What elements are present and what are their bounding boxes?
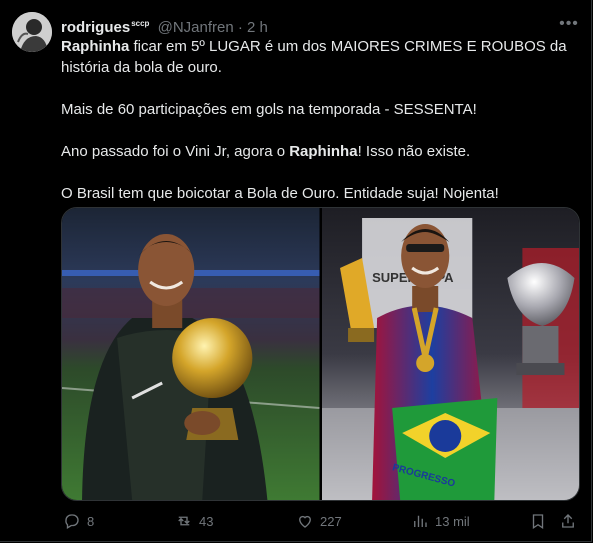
tweet-text: Raphinha ficar em 5º LUGAR é um dos MAIO… <box>61 36 571 225</box>
views-button[interactable]: 13 mil <box>411 512 470 530</box>
like-button[interactable]: 227 <box>296 512 342 530</box>
tweet-paragraph-3: Ano passado foi o Vini Jr, agora o Raphi… <box>61 143 471 160</box>
tweet-media: SUPERCOPA PROGRESSO <box>61 207 580 501</box>
author-name[interactable]: rodriguessccp <box>61 19 149 36</box>
like-icon <box>299 515 311 528</box>
views-icon <box>414 515 427 527</box>
tweet-paragraph-1: Raphinha ficar em 5º LUGAR é um dos MAIO… <box>61 38 567 76</box>
author-badge: sccp <box>131 19 150 28</box>
share-button[interactable] <box>559 512 577 530</box>
author-avatar[interactable] <box>12 12 52 52</box>
tweet-paragraph-2: Mais de 60 participações em gols na temp… <box>61 101 477 118</box>
more-icon[interactable]: ••• <box>559 14 579 34</box>
timestamp[interactable]: 2 h <box>247 19 268 36</box>
separator-dot: · <box>237 19 243 36</box>
bookmark-icon <box>532 514 544 530</box>
tweet-paragraph-4: O Brasil tem que boicotar a Bola de Ouro… <box>61 185 499 202</box>
retweet-icon <box>178 516 190 526</box>
tweet-header: rodriguessccp @NJanfren · 2 h <box>61 14 553 36</box>
reply-button[interactable]: 8 <box>63 512 94 530</box>
action-bar: 8 43 227 13 mil <box>61 510 581 534</box>
reply-icon <box>65 514 79 529</box>
author-handle[interactable]: @NJanfren <box>158 19 234 36</box>
retweet-count: 43 <box>199 513 214 529</box>
reply-count: 8 <box>87 513 95 529</box>
share-icon <box>562 514 574 528</box>
photo-right[interactable]: SUPERCOPA PROGRESSO <box>321 208 579 500</box>
views-count: 13 mil <box>435 513 470 529</box>
like-count: 227 <box>320 513 342 529</box>
retweet-button[interactable]: 43 <box>175 512 213 530</box>
bookmark-button[interactable] <box>529 512 547 530</box>
photo-left[interactable] <box>62 208 320 500</box>
